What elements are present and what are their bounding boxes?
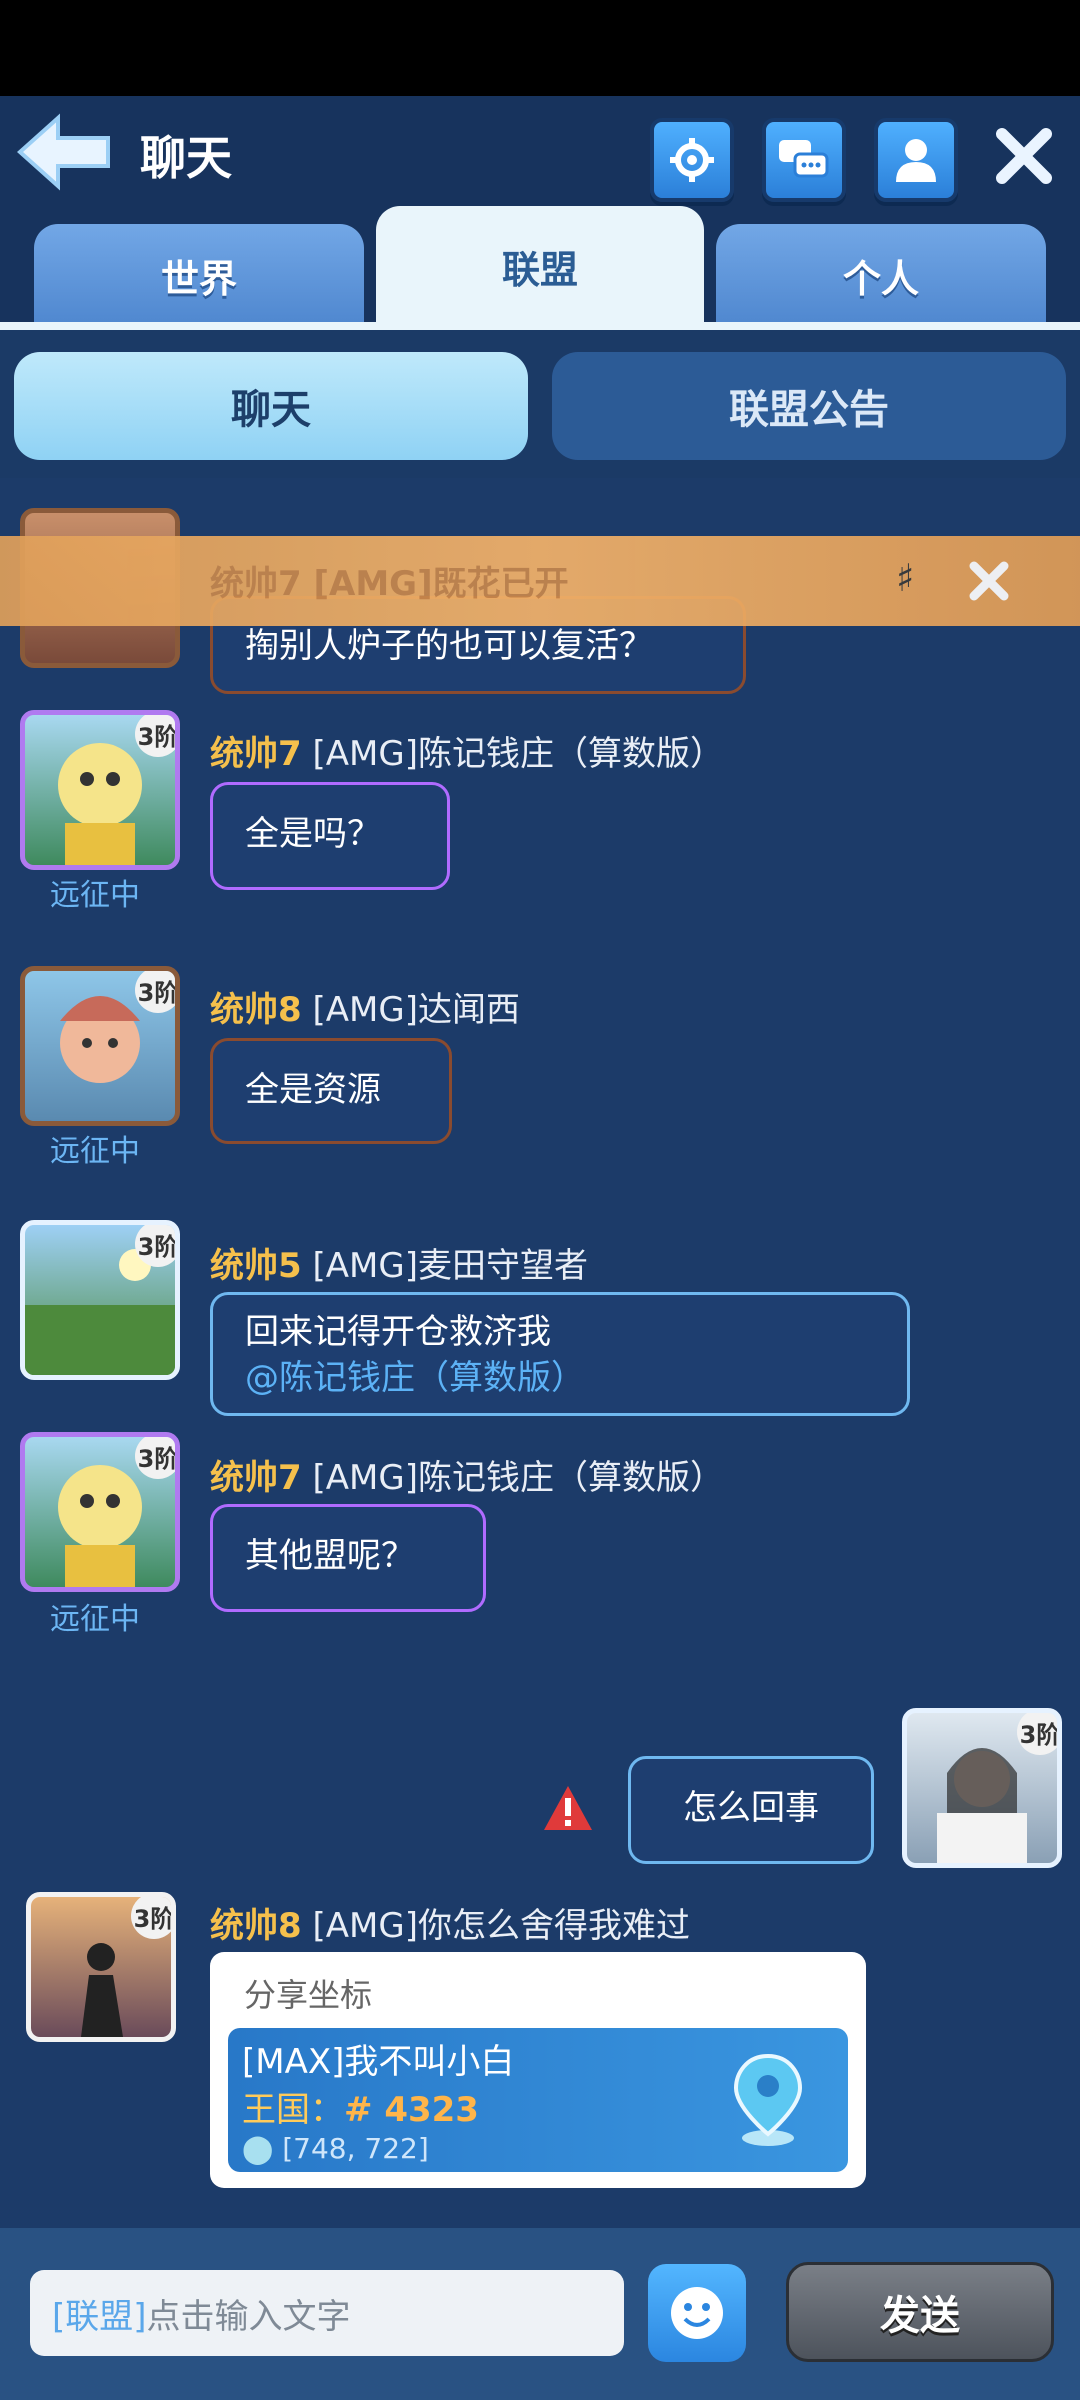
avatar[interactable]: 3阶	[20, 1220, 180, 1380]
message-bubble: 回来记得开仓救济我 @陈记钱庄（算数版）	[210, 1292, 910, 1416]
chat-input[interactable]: [联盟] 点击输入文字	[30, 2270, 624, 2356]
sender-name: 统帅7 [AMG]陈记钱庄（算数版）	[210, 1450, 724, 1499]
message-bubble: 全是吗？	[210, 782, 450, 890]
tab-underline	[0, 322, 1080, 330]
coordinates-text: [748, 722]	[282, 2132, 429, 2165]
sender-alliance: [AMG]	[312, 734, 418, 774]
avatar[interactable]: 3阶	[20, 966, 180, 1126]
status-text: 远征中	[50, 878, 140, 913]
chat-bubbles-icon	[779, 140, 829, 178]
emoji-button[interactable]	[648, 2264, 746, 2362]
banner-text: 统帅7 [AMG]既花已开	[210, 564, 569, 604]
share-title: 分享坐标	[244, 1976, 373, 2014]
rank-badge: 3阶	[135, 715, 175, 757]
rank-badge: 3阶	[1017, 1713, 1057, 1755]
sender-alliance: [AMG]	[312, 1458, 418, 1498]
hash-icon: ♯	[896, 556, 915, 600]
sender-rank-title: 统帅8	[210, 1906, 302, 1946]
message-bubble: 全是资源	[210, 1038, 452, 1144]
mention-link[interactable]: @陈记钱庄（算数版）	[245, 1358, 585, 1398]
sender-alliance: [AMG]	[312, 990, 418, 1030]
sender-rank-title: 统帅7	[210, 734, 302, 774]
kingdom-value: # 4323	[344, 2090, 479, 2130]
sender-alliance: [AMG]	[312, 1246, 418, 1286]
rank-badge: 3阶	[135, 1437, 175, 1479]
location-pin-icon: ⬤	[242, 2132, 274, 2165]
rank-badge: 3阶	[131, 1897, 171, 1939]
sender-nickname: 麦田守望者	[417, 1246, 588, 1286]
sender-nickname: 陈记钱庄（算数版）	[417, 734, 724, 774]
kingdom-row: 王国：# 4323	[242, 2082, 479, 2131]
sender-name: 统帅7 [AMG]陈记钱庄（算数版）	[210, 726, 724, 775]
status-text: 远征中	[50, 1134, 140, 1169]
sender-rank-title: 统帅8	[210, 990, 302, 1030]
tab-alliance[interactable]: 联盟	[376, 206, 704, 326]
sender-nickname: 陈记钱庄（算数版）	[417, 1458, 724, 1498]
status-bar	[0, 0, 1080, 96]
sender-nickname: 你怎么舍得我难过	[417, 1906, 690, 1946]
map-pin-icon	[733, 2053, 803, 2146]
chat-bubbles-button[interactable]	[762, 118, 846, 202]
page-title: 聊天	[140, 131, 232, 185]
avatar[interactable]: 3阶	[26, 1892, 176, 2042]
avatar[interactable]: 3阶	[20, 710, 180, 870]
coordinate-panel[interactable]: [MAX]我不叫小白 王国：# 4323 ⬤ [748, 722]	[228, 2028, 848, 2172]
avatar[interactable]: 3阶	[20, 1432, 180, 1592]
sender-name: 统帅8 [AMG]你怎么舍得我难过	[210, 1898, 690, 1947]
settings-button[interactable]	[650, 118, 734, 202]
status-text: 远征中	[50, 1602, 140, 1637]
sender-rank-title: 统帅7	[210, 1458, 302, 1498]
close-icon[interactable]	[966, 558, 1012, 604]
message-bubble: 怎么回事	[628, 1756, 874, 1864]
avatar[interactable]: 3阶	[902, 1708, 1062, 1868]
subtab-chat[interactable]: 聊天	[14, 352, 528, 460]
shared-player-name: [MAX]我不叫小白	[242, 2042, 515, 2082]
profile-button[interactable]	[874, 118, 958, 202]
message-text: 回来记得开仓救济我	[245, 1312, 551, 1352]
back-arrow-icon[interactable]	[14, 112, 114, 192]
close-icon[interactable]	[990, 122, 1058, 190]
sender-name: 统帅8 [AMG]达闻西	[210, 982, 520, 1031]
subtab-alliance-notice[interactable]: 联盟公告	[552, 352, 1066, 460]
message-bubble: 其他盟呢？	[210, 1504, 486, 1612]
gear-icon	[670, 138, 714, 182]
smiley-icon	[671, 2287, 723, 2339]
coord-row: ⬤ [748, 722]	[242, 2132, 429, 2165]
warning-icon[interactable]	[542, 1784, 594, 1832]
sender-alliance: [AMG]	[312, 1906, 418, 1946]
tab-personal[interactable]: 个人	[716, 224, 1046, 326]
sender-rank-title: 统帅5	[210, 1246, 302, 1286]
sender-nickname: 达闻西	[417, 990, 520, 1030]
input-placeholder: 点击输入文字	[146, 2296, 351, 2337]
send-button[interactable]: 发送	[786, 2262, 1054, 2362]
rank-badge: 3阶	[135, 971, 175, 1013]
tab-world[interactable]: 世界	[34, 224, 364, 326]
notification-banner[interactable]: 统帅7 [AMG]既花已开 ♯	[0, 536, 1080, 626]
sender-name: 统帅5 [AMG]麦田守望者	[210, 1238, 588, 1287]
input-channel-tag: [联盟]	[52, 2296, 147, 2337]
share-coordinate-card[interactable]: 分享坐标 [MAX]我不叫小白 王国：# 4323 ⬤ [748, 722]	[210, 1952, 866, 2188]
rank-badge: 3阶	[135, 1225, 175, 1267]
person-icon	[896, 139, 936, 182]
kingdom-label: 王国：	[242, 2090, 344, 2130]
